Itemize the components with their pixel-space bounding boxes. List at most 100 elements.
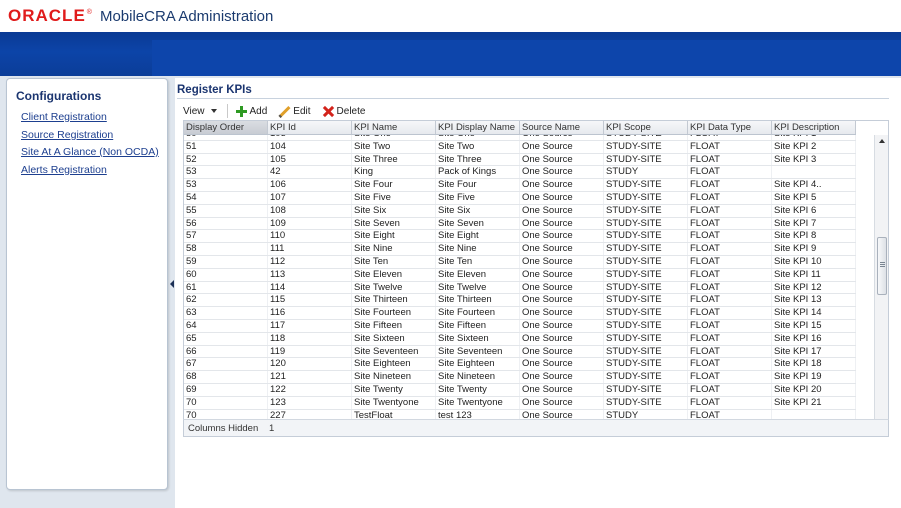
table-cell: 107 bbox=[268, 191, 352, 204]
table-cell: Site Thirteen bbox=[352, 294, 436, 307]
column-header[interactable]: KPI Display Name bbox=[436, 121, 520, 134]
table-cell: Pack of Kings bbox=[436, 166, 520, 179]
sidebar-item-source-registration: Source Registration bbox=[21, 129, 159, 147]
table-row[interactable]: 64 117 Site Fifteen Site Fifteen One Source S… bbox=[184, 319, 856, 333]
column-header[interactable]: Source Name bbox=[520, 121, 604, 134]
table-cell: Site KPI 16 bbox=[772, 332, 856, 345]
table-row[interactable]: 60 113 Site Eleven Site Eleven One Source STU… bbox=[184, 268, 856, 282]
table-row[interactable]: 52 105 Site Three Site Three One Source STUDY… bbox=[184, 153, 856, 167]
column-header[interactable]: KPI Scope bbox=[604, 121, 688, 134]
table-cell: STUDY-SITE bbox=[604, 217, 688, 230]
table-cell: Site Eighteen bbox=[436, 358, 520, 371]
site-at-a-glance-link[interactable]: Site At A Glance (Non OCDA) bbox=[21, 146, 159, 158]
table-cell: Site Fourteen bbox=[352, 307, 436, 319]
column-header[interactable]: KPI Data Type bbox=[688, 121, 772, 134]
table-row[interactable]: 51 104 Site Two Site Two One Source STUDY-SIT… bbox=[184, 140, 856, 154]
table-cell: FLOAT bbox=[688, 358, 772, 371]
table-cell: 109 bbox=[268, 217, 352, 230]
table-row[interactable]: 65 118 Site Sixteen Site Sixteen One Source S… bbox=[184, 332, 856, 346]
table-cell: STUDY-SITE bbox=[604, 243, 688, 255]
table-row[interactable]: 62 115 Site Thirteen Site Thirteen One Sourc… bbox=[184, 294, 856, 308]
table-cell: FLOAT bbox=[688, 371, 772, 383]
table-row[interactable]: 56 109 Site Seven Site Seven One Source STUDY… bbox=[184, 217, 856, 231]
table-cell: 59 bbox=[184, 255, 268, 268]
vertical-scrollbar[interactable] bbox=[874, 135, 888, 435]
table-cell: 63 bbox=[184, 307, 268, 319]
table-cell: Site KPI 6 bbox=[772, 204, 856, 217]
table-row[interactable]: 69 122 Site Twenty Site Twenty One Source STU… bbox=[184, 383, 856, 397]
table-cell: FLOAT bbox=[688, 319, 772, 332]
table-row[interactable]: 55 108 Site Six Site Six One Source STUDY-SIT… bbox=[184, 204, 856, 218]
scroll-up-icon[interactable] bbox=[879, 139, 885, 143]
view-menu-button[interactable]: View bbox=[183, 106, 217, 117]
delete-button[interactable]: Delete bbox=[323, 106, 366, 117]
table-row[interactable]: 54 107 Site Five Site Five One Source STUDY-S… bbox=[184, 191, 856, 205]
add-button[interactable]: Add bbox=[235, 105, 268, 117]
table-row[interactable]: 53 106 Site Four Site Four One Source STUDY-S… bbox=[184, 179, 856, 192]
table-cell: 53 bbox=[184, 166, 268, 179]
table-cell: Site Seventeen bbox=[352, 345, 436, 358]
table-cell: STUDY-SITE bbox=[604, 332, 688, 345]
edit-button[interactable]: Edit bbox=[279, 106, 310, 117]
table-cell: Site KPI 20 bbox=[772, 383, 856, 396]
view-label: View bbox=[183, 105, 205, 117]
table-cell: King bbox=[352, 166, 436, 179]
add-label: Add bbox=[249, 105, 268, 117]
source-registration-link[interactable]: Source Registration bbox=[21, 129, 113, 141]
collapse-left-icon[interactable] bbox=[170, 280, 174, 288]
table-cell: STUDY-SITE bbox=[604, 383, 688, 396]
table-header: Display Order KPI Id KPI Name KPI Display N… bbox=[184, 121, 856, 135]
column-header[interactable]: KPI Name bbox=[352, 121, 436, 134]
table-cell: One Source bbox=[520, 358, 604, 371]
alerts-registration-link[interactable]: Alerts Registration bbox=[21, 164, 107, 176]
table-row[interactable]: 59 112 Site Ten Site Ten One Source STUDY-SIT… bbox=[184, 255, 856, 269]
header-band bbox=[0, 32, 901, 76]
table-rows: 50103Site OneSite OneOne SourceSTUDY-SIT… bbox=[184, 135, 856, 423]
scroll-thumb[interactable] bbox=[877, 237, 887, 295]
client-registration-link[interactable]: Client Registration bbox=[21, 111, 107, 123]
table-row[interactable]: 58 111 Site Nine Site Nine One Source STUDY-S… bbox=[184, 243, 856, 256]
table-cell: 108 bbox=[268, 204, 352, 217]
table-cell: Site One bbox=[436, 135, 520, 140]
sidebar-item-client-registration: Client Registration bbox=[21, 111, 159, 129]
table-cell: STUDY-SITE bbox=[604, 255, 688, 268]
app-title: MobileCRA Administration bbox=[99, 8, 274, 25]
table-cell: 113 bbox=[268, 268, 352, 281]
table-cell: Site Seventeen bbox=[436, 345, 520, 358]
registered-mark: ® bbox=[86, 9, 92, 16]
sidebar-title: Configurations bbox=[16, 89, 102, 103]
table-row[interactable]: 70 123 Site Twentyone Site Twentyone One Sou… bbox=[184, 396, 856, 410]
table-cell: 111 bbox=[268, 243, 352, 255]
table-cell: Site KPI 13 bbox=[772, 294, 856, 307]
table-cell: Site Twenty bbox=[436, 383, 520, 396]
table-cell: 68 bbox=[184, 371, 268, 383]
table-cell: FLOAT bbox=[688, 294, 772, 307]
column-header[interactable]: KPI Description bbox=[772, 121, 856, 134]
oracle-logo: ORACLE ® MobileCRA Administration bbox=[8, 6, 273, 26]
table-cell: FLOAT bbox=[688, 332, 772, 345]
table-row[interactable]: 66 119 Site Seventeen Site Seventeen One Sou… bbox=[184, 345, 856, 359]
table-cell: 110 bbox=[268, 230, 352, 243]
table-cell: FLOAT bbox=[688, 179, 772, 191]
table-row[interactable]: 68 121 Site Nineteen Site Nineteen One Sourc… bbox=[184, 371, 856, 384]
column-header[interactable]: Display Order bbox=[184, 121, 268, 134]
table-cell: STUDY-SITE bbox=[604, 345, 688, 358]
table-cell: Site Sixteen bbox=[352, 332, 436, 345]
table-row[interactable]: 67 120 Site Eighteen Site Eighteen One Sourc… bbox=[184, 358, 856, 372]
table-row[interactable]: 63 116 Site Fourteen Site Fourteen One Sourc… bbox=[184, 307, 856, 320]
table-cell: One Source bbox=[520, 217, 604, 230]
page-title: Register KPIs bbox=[177, 84, 252, 96]
table-cell: Site Twentyone bbox=[436, 396, 520, 409]
column-header[interactable]: KPI Id bbox=[268, 121, 352, 134]
table-row[interactable]: 61 114 Site Twelve Site Twelve One Source STU… bbox=[184, 281, 856, 295]
table-cell: 116 bbox=[268, 307, 352, 319]
table-cell: FLOAT bbox=[688, 166, 772, 179]
table-cell: One Source bbox=[520, 204, 604, 217]
table-cell: 54 bbox=[184, 191, 268, 204]
table-cell: Site Seven bbox=[352, 217, 436, 230]
delete-icon bbox=[323, 106, 334, 117]
table-cell: One Source bbox=[520, 135, 604, 140]
table-row[interactable]: 53 42 King Pack of Kings One Source STUDY FLOA… bbox=[184, 166, 856, 180]
table-cell: 121 bbox=[268, 371, 352, 383]
table-row[interactable]: 57 110 Site Eight Site Eight One Source STUDY… bbox=[184, 230, 856, 244]
